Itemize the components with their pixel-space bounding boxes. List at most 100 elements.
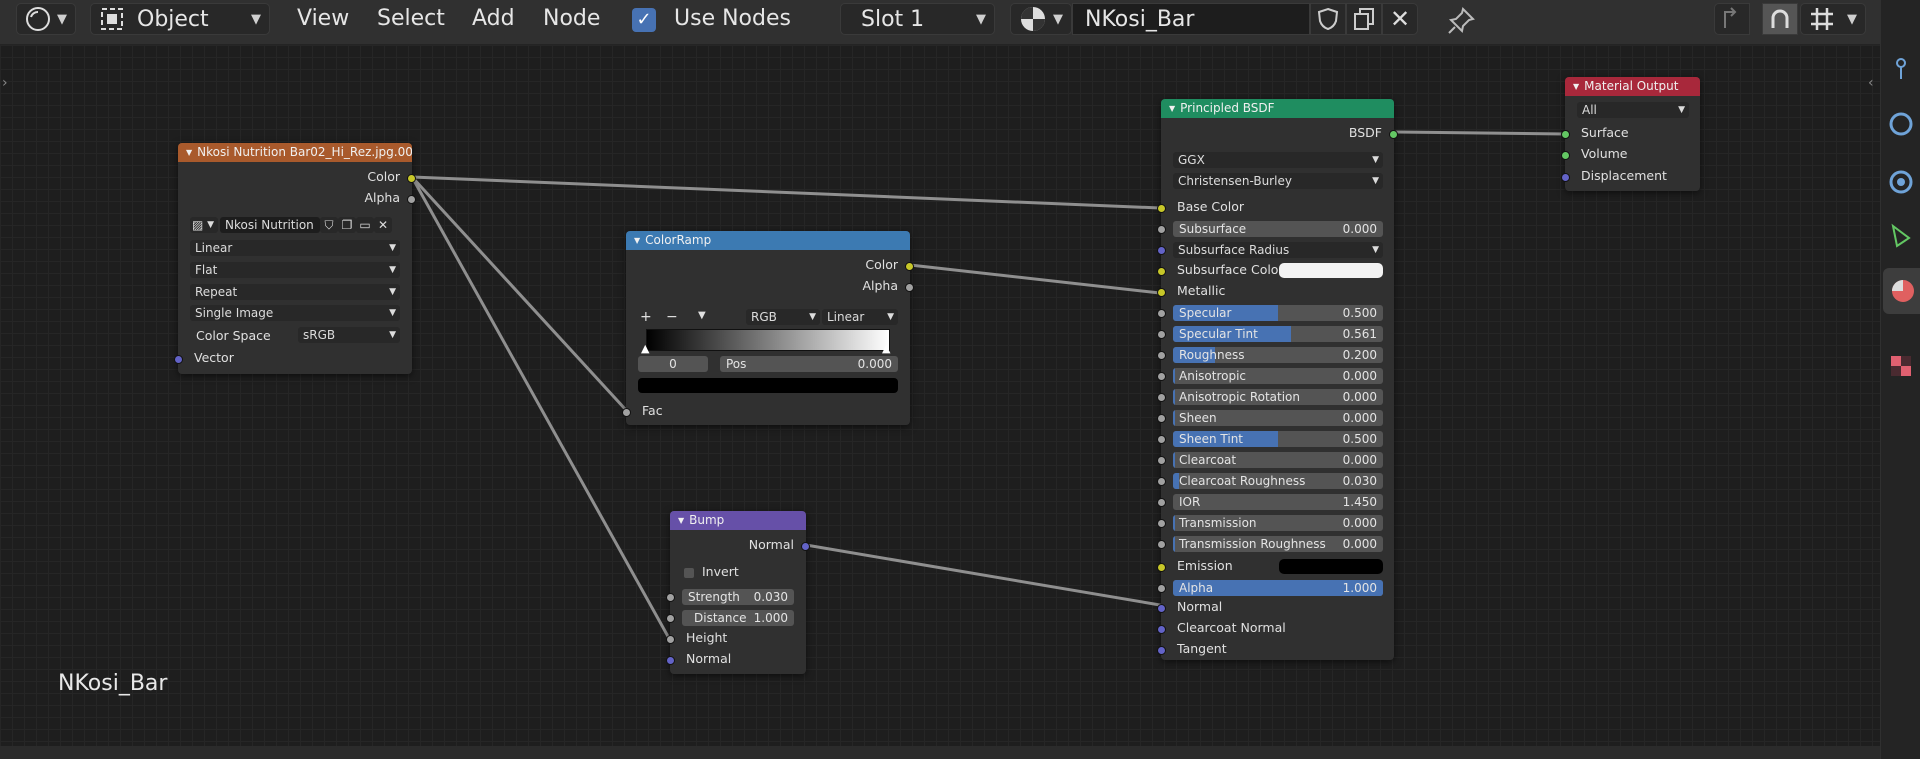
- subsurface-color-swatch[interactable]: [1279, 263, 1383, 278]
- invert-checkbox[interactable]: [684, 568, 694, 578]
- colorramp-node-header[interactable]: ▼ ColorRamp: [626, 231, 910, 250]
- material-tab[interactable]: [1883, 268, 1920, 314]
- collapse-triangle-icon[interactable]: ▼: [634, 236, 640, 245]
- ramp-stop-color-swatch[interactable]: [638, 378, 898, 393]
- bsdf-field-socket[interactable]: [1157, 330, 1166, 339]
- bsdf-field-socket[interactable]: [1157, 477, 1166, 486]
- distribution-dropdown[interactable]: GGX ▼: [1173, 152, 1383, 168]
- bump-strength-field[interactable]: Strength 0.030: [682, 589, 794, 605]
- bsdf-field-socket[interactable]: [1157, 498, 1166, 507]
- image-texture-node[interactable]: ▼ Nkosi Nutrition Bar02_Hi_Rez.jpg.001 Co…: [174, 143, 416, 374]
- volume-socket[interactable]: [1561, 151, 1570, 160]
- bsdf-field-clearcoat[interactable]: Clearcoat 0.000: [1173, 452, 1383, 468]
- add-stop-button[interactable]: +: [640, 309, 652, 325]
- bump-in-distance-socket[interactable]: [666, 614, 675, 623]
- image-out-color-socket[interactable]: [407, 174, 416, 183]
- bsdf-field-anisotropic[interactable]: Anisotropic 0.000: [1173, 368, 1383, 384]
- output-target-dropdown[interactable]: All ▼: [1577, 102, 1689, 118]
- image-out-alpha-socket[interactable]: [407, 195, 416, 204]
- subsurface-method-dropdown[interactable]: Christensen-Burley ▼: [1173, 173, 1383, 189]
- color-space-dropdown[interactable]: sRGB ▼: [298, 327, 400, 343]
- extension-dropdown[interactable]: Repeat ▼: [190, 284, 400, 300]
- bsdf-field-socket[interactable]: [1157, 414, 1166, 423]
- base-color-socket[interactable]: [1157, 204, 1166, 213]
- bsdf-field-specular-tint[interactable]: Specular Tint 0.561: [1173, 326, 1383, 342]
- metallic-socket[interactable]: [1157, 288, 1166, 297]
- ramp-stop-index-field[interactable]: 0: [638, 356, 708, 372]
- collapse-triangle-icon[interactable]: ▼: [1573, 82, 1579, 91]
- image-node-header[interactable]: ▼ Nkosi Nutrition Bar02_Hi_Rez.jpg.001: [178, 143, 412, 162]
- bsdf-field-socket[interactable]: [1157, 372, 1166, 381]
- tool-tab-icon[interactable]: [1887, 55, 1915, 83]
- bsdf-out-socket[interactable]: [1389, 130, 1398, 139]
- bsdf-node-header[interactable]: ▼ Principled BSDF: [1161, 99, 1394, 118]
- ramp-stop-left-handle[interactable]: ▲: [641, 342, 649, 355]
- bsdf-field-roughness[interactable]: Roughness 0.200: [1173, 347, 1383, 363]
- ramp-color-mode-dropdown[interactable]: RGB ▼: [746, 309, 820, 325]
- ramp-out-alpha-socket[interactable]: [905, 283, 914, 292]
- bump-in-height-socket[interactable]: [666, 635, 675, 644]
- bump-node-header[interactable]: ▼ Bump: [670, 511, 806, 530]
- emission-socket[interactable]: [1157, 563, 1166, 572]
- bsdf-field-transmission[interactable]: Transmission 0.000: [1173, 515, 1383, 531]
- image-unlink-button[interactable]: ✕: [374, 217, 392, 233]
- tangent-socket[interactable]: [1157, 646, 1166, 655]
- alpha-socket[interactable]: [1157, 584, 1166, 593]
- bsdf-field-socket[interactable]: [1157, 435, 1166, 444]
- image-fake-user-button[interactable]: ⛉: [320, 217, 338, 233]
- ramp-gradient-bar[interactable]: [646, 329, 890, 351]
- collapse-triangle-icon[interactable]: ▼: [678, 516, 684, 525]
- bsdf-field-sheen[interactable]: Sheen 0.000: [1173, 410, 1383, 426]
- subsurface-socket[interactable]: [1157, 225, 1166, 234]
- bsdf-field-socket[interactable]: [1157, 393, 1166, 402]
- bump-in-normal-socket[interactable]: [666, 656, 675, 665]
- subsurface-radius-socket[interactable]: [1157, 246, 1166, 255]
- modifier-tab-icon[interactable]: [1887, 168, 1915, 196]
- bsdf-field-ior[interactable]: IOR 1.450: [1173, 494, 1383, 510]
- bsdf-field-specular[interactable]: Specular 0.500: [1173, 305, 1383, 321]
- ramp-stop-right-handle[interactable]: ▲: [882, 342, 890, 355]
- source-dropdown[interactable]: Single Image ▼: [190, 305, 400, 321]
- view-tab-icon[interactable]: [1887, 110, 1915, 138]
- ramp-menu-chevron-icon[interactable]: ▼: [698, 310, 706, 321]
- subsurface-color-socket[interactable]: [1157, 267, 1166, 276]
- principled-bsdf-node[interactable]: ▼ Principled BSDF BSDF GGX ▼ Christensen-B…: [1157, 99, 1398, 660]
- bump-out-normal-socket[interactable]: [801, 542, 810, 551]
- subsurface-radius-dropdown[interactable]: Subsurface Radius ▼: [1173, 242, 1383, 258]
- projection-dropdown[interactable]: Flat ▼: [190, 262, 400, 278]
- ramp-pos-field[interactable]: Pos 0.000: [720, 356, 898, 372]
- bump-distance-field[interactable]: Distance 1.000: [682, 610, 794, 626]
- interpolation-dropdown[interactable]: Linear ▼: [190, 240, 400, 256]
- image-browse-button[interactable]: ▨ ▼: [190, 217, 218, 233]
- bump-node[interactable]: ▼ Bump Normal Invert Strength 0.030 Distan…: [666, 511, 810, 674]
- displacement-socket[interactable]: [1561, 173, 1570, 182]
- bsdf-field-socket[interactable]: [1157, 519, 1166, 528]
- image-duplicate-button[interactable]: ❐: [338, 217, 356, 233]
- collapse-triangle-icon[interactable]: ▼: [1169, 104, 1175, 113]
- collapse-triangle-icon[interactable]: ▼: [186, 148, 192, 157]
- ramp-in-fac-socket[interactable]: [622, 408, 631, 417]
- material-output-node[interactable]: ▼ Material Output All ▼ Surface Volume Dis…: [1561, 77, 1700, 191]
- data-tab-icon[interactable]: [1887, 222, 1915, 250]
- bsdf-field-socket[interactable]: [1157, 351, 1166, 360]
- alpha-field[interactable]: Alpha 1.000: [1173, 580, 1383, 596]
- normal-socket[interactable]: [1157, 604, 1166, 613]
- image-open-button[interactable]: ▭: [356, 217, 374, 233]
- remove-stop-button[interactable]: −: [666, 309, 678, 325]
- output-node-header[interactable]: ▼ Material Output: [1565, 77, 1700, 96]
- subsurface-field[interactable]: Subsurface 0.000: [1173, 221, 1383, 237]
- ramp-interpolation-dropdown[interactable]: Linear ▼: [822, 309, 898, 325]
- bsdf-field-socket[interactable]: [1157, 309, 1166, 318]
- surface-socket[interactable]: [1561, 130, 1570, 139]
- bsdf-field-anisotropic-rotation[interactable]: Anisotropic Rotation 0.000: [1173, 389, 1383, 405]
- bsdf-field-clearcoat-roughness[interactable]: Clearcoat Roughness 0.030: [1173, 473, 1383, 489]
- bsdf-field-sheen-tint[interactable]: Sheen Tint 0.500: [1173, 431, 1383, 447]
- clearcoat-normal-socket[interactable]: [1157, 625, 1166, 634]
- colorramp-node[interactable]: ▼ ColorRamp Color Alpha + − ▼ RGB ▼ Linear…: [622, 231, 914, 425]
- bsdf-field-transmission-roughness[interactable]: Transmission Roughness 0.000: [1173, 536, 1383, 552]
- texture-tab-icon[interactable]: [1887, 352, 1915, 380]
- image-name-field[interactable]: Nkosi Nutrition ..: [220, 217, 320, 248]
- bsdf-field-socket[interactable]: [1157, 540, 1166, 549]
- image-in-vector-socket[interactable]: [174, 355, 183, 364]
- ramp-out-color-socket[interactable]: [905, 262, 914, 271]
